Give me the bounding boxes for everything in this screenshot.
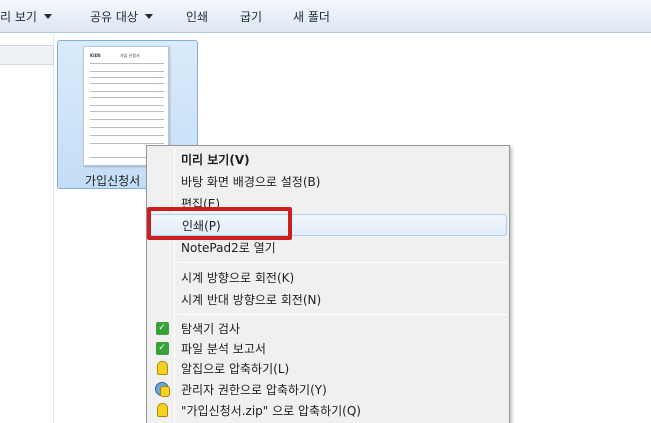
- thumbnail-line: [90, 127, 164, 128]
- preview-button[interactable]: 리 보기: [0, 0, 52, 33]
- new-folder-button-label: 새 폴더: [293, 10, 330, 24]
- chevron-down-icon: [144, 14, 153, 19]
- v3-report-icon: ✓: [155, 341, 169, 355]
- command-bar: 리 보기 공유 대상 인쇄 굽기 새 폴더: [0, 0, 651, 33]
- menu-item-compress-as-admin[interactable]: 관리자 권한으로 압축하기(Y): [149, 378, 507, 400]
- thumbnail-line: [90, 91, 164, 92]
- menu-item-label: 탐색기 검사: [181, 321, 241, 336]
- thumbnail-line: [90, 105, 164, 106]
- alzip-zip-icon: [156, 403, 168, 417]
- thumbnail-line: [90, 111, 164, 112]
- thumbnail-line: [90, 143, 164, 144]
- menu-item-set-wallpaper[interactable]: 바탕 화면 배경으로 설정(B): [149, 170, 507, 192]
- menu-item-label: 미리 보기(V): [181, 152, 250, 167]
- menu-item-label: NotePad2로 열기: [181, 240, 276, 255]
- menu-item-label: 바탕 화면 배경으로 설정(B): [181, 174, 321, 189]
- thumbnail-line: [90, 97, 164, 98]
- navigation-pane[interactable]: [0, 34, 54, 423]
- menu-item-compress-alzip[interactable]: 알집으로 압축하기(L): [149, 357, 507, 379]
- menu-item-label: 파일 분석 보고서: [181, 341, 266, 356]
- menu-item-label: 알집으로 압축하기(L): [181, 361, 290, 376]
- admin-compress-icon: [155, 382, 170, 397]
- menu-item-preview[interactable]: 미리 보기(V): [149, 148, 507, 170]
- thumbnail-line: [90, 77, 164, 78]
- burn-button-label: 굽기: [240, 10, 263, 24]
- thumbnail-line: [90, 71, 164, 72]
- new-folder-button[interactable]: 새 폴더: [293, 0, 330, 33]
- menu-separator: [178, 314, 508, 315]
- context-menu: 미리 보기(V) 바탕 화면 배경으로 설정(B) 편집(E) 인쇄(P) No…: [146, 145, 510, 423]
- preview-button-label: 리 보기: [0, 10, 37, 24]
- thumbnail-title: 가입 신청서: [120, 53, 140, 58]
- menu-item-compress-to-zip[interactable]: "가입신청서.zip" 으로 압축하기(Q): [149, 399, 507, 421]
- share-button[interactable]: 공유 대상: [90, 0, 153, 33]
- burn-button[interactable]: 굽기: [240, 0, 262, 33]
- menu-item-label: 관리자 권한으로 압축하기(Y): [181, 382, 327, 397]
- alzip-icon: [156, 361, 168, 375]
- menu-separator: [178, 262, 508, 263]
- nav-selected-item[interactable]: [0, 45, 54, 65]
- share-button-label: 공유 대상: [90, 10, 138, 24]
- highlight-annotation: [147, 207, 292, 240]
- menu-item-label: 시계 반대 방향으로 회전(N): [181, 292, 322, 307]
- thumbnail-line: [90, 135, 164, 136]
- print-button[interactable]: 인쇄: [186, 0, 208, 33]
- print-button-label: 인쇄: [186, 10, 209, 24]
- thumbnail-line: [90, 119, 164, 120]
- thumbnail-line: [90, 63, 164, 64]
- thumbnail-logo: KIDS: [90, 53, 101, 58]
- menu-item-rotate-counterclockwise[interactable]: 시계 반대 방향으로 회전(N): [149, 288, 507, 310]
- chevron-down-icon: [43, 14, 52, 19]
- thumbnail-line: [90, 83, 164, 84]
- menu-item-rotate-clockwise[interactable]: 시계 방향으로 회전(K): [149, 266, 507, 288]
- menu-item-label: "가입신청서.zip" 으로 압축하기(Q): [181, 403, 361, 418]
- menu-item-label: 시계 방향으로 회전(K): [181, 270, 295, 285]
- menu-item-explorer-scan[interactable]: ✓ 탐색기 검사: [149, 317, 507, 339]
- v3-shield-icon: ✓: [155, 321, 169, 335]
- menu-item-file-analysis-report[interactable]: ✓ 파일 분석 보고서: [149, 337, 507, 359]
